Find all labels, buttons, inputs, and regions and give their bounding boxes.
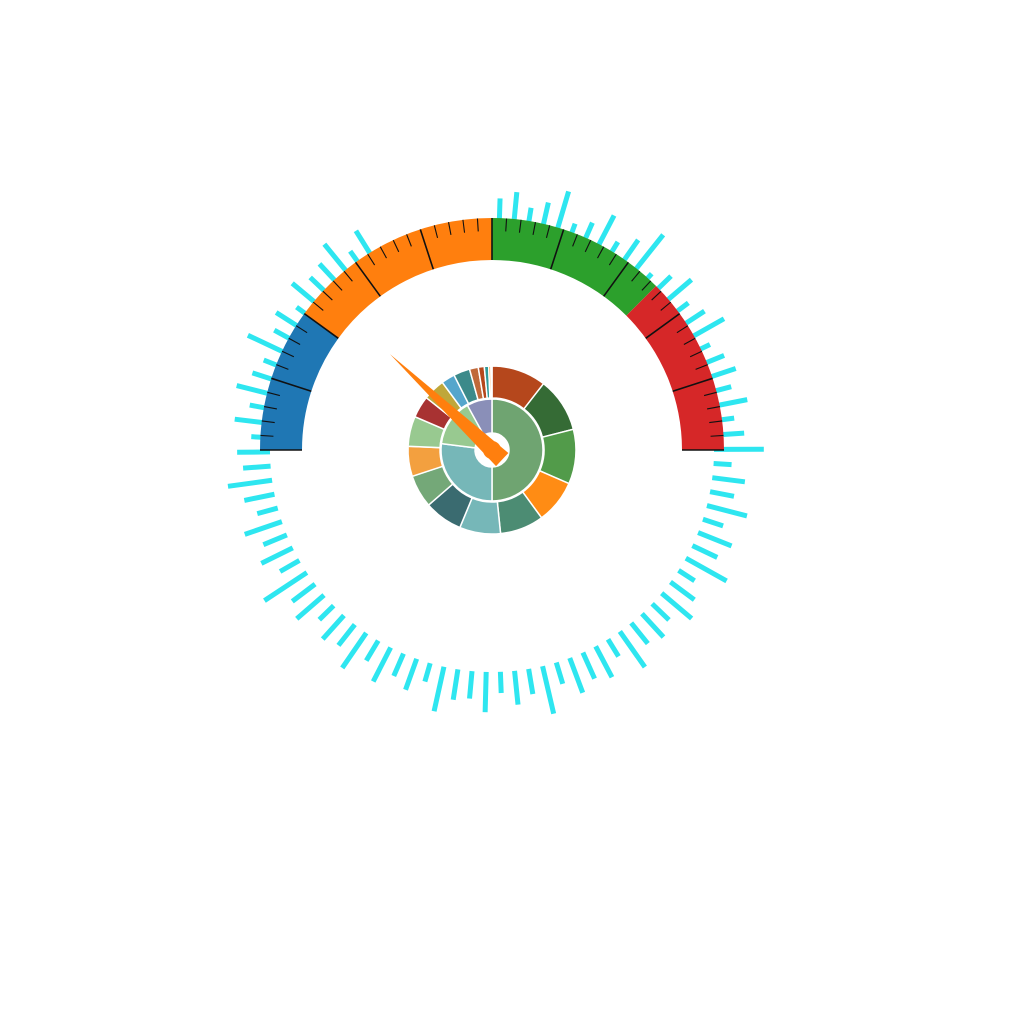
radial-bar bbox=[260, 545, 294, 566]
radial-bar bbox=[497, 671, 504, 694]
radial-bar bbox=[403, 657, 420, 691]
radial-bar bbox=[364, 639, 381, 662]
radial-bar bbox=[482, 671, 489, 713]
radial-bar bbox=[567, 657, 586, 694]
radial-bar bbox=[278, 558, 301, 574]
radial-bar bbox=[580, 651, 597, 680]
radial-bar bbox=[262, 532, 288, 548]
radial-bar bbox=[320, 613, 346, 641]
radial-bar bbox=[702, 516, 724, 529]
radial-bar bbox=[713, 461, 732, 468]
radial-bar bbox=[629, 621, 650, 646]
radial-bar bbox=[450, 668, 461, 701]
radial-bar bbox=[706, 503, 748, 519]
radial-bar bbox=[553, 661, 566, 685]
radial-bar bbox=[422, 662, 433, 683]
radial-bar bbox=[668, 580, 696, 602]
radial-bar bbox=[605, 637, 621, 658]
radial-bar bbox=[677, 568, 696, 583]
radial-bar bbox=[243, 491, 275, 503]
chart-area bbox=[0, 0, 1024, 1024]
radial-bar bbox=[540, 665, 557, 715]
radial-bar bbox=[431, 666, 447, 712]
radial-bar bbox=[290, 582, 317, 604]
radial-bar bbox=[697, 530, 733, 549]
radial-bar bbox=[691, 543, 719, 560]
radial-bar bbox=[391, 652, 406, 677]
radial-bar bbox=[593, 645, 615, 679]
chart-canvas bbox=[227, 190, 764, 715]
radial-bar bbox=[709, 489, 735, 499]
gauge-needle-hub bbox=[483, 441, 501, 459]
radial-bar bbox=[711, 475, 746, 485]
radial-bar bbox=[512, 670, 521, 705]
radial-bar bbox=[243, 519, 283, 537]
gauge-band bbox=[626, 285, 724, 450]
radial-bar bbox=[640, 611, 666, 639]
radial-bar bbox=[650, 601, 671, 622]
radial-bar bbox=[370, 646, 393, 683]
radial-bar bbox=[256, 505, 279, 517]
radial-bar bbox=[242, 463, 271, 471]
gauge-band bbox=[260, 313, 339, 450]
radial-bar bbox=[336, 622, 357, 647]
radial-bar bbox=[317, 603, 336, 622]
radial-bar bbox=[227, 477, 273, 489]
radial-bar bbox=[526, 668, 536, 695]
radial-bar bbox=[467, 670, 475, 699]
sunburst-outer-segment bbox=[490, 365, 493, 399]
radial-bar bbox=[295, 593, 326, 621]
